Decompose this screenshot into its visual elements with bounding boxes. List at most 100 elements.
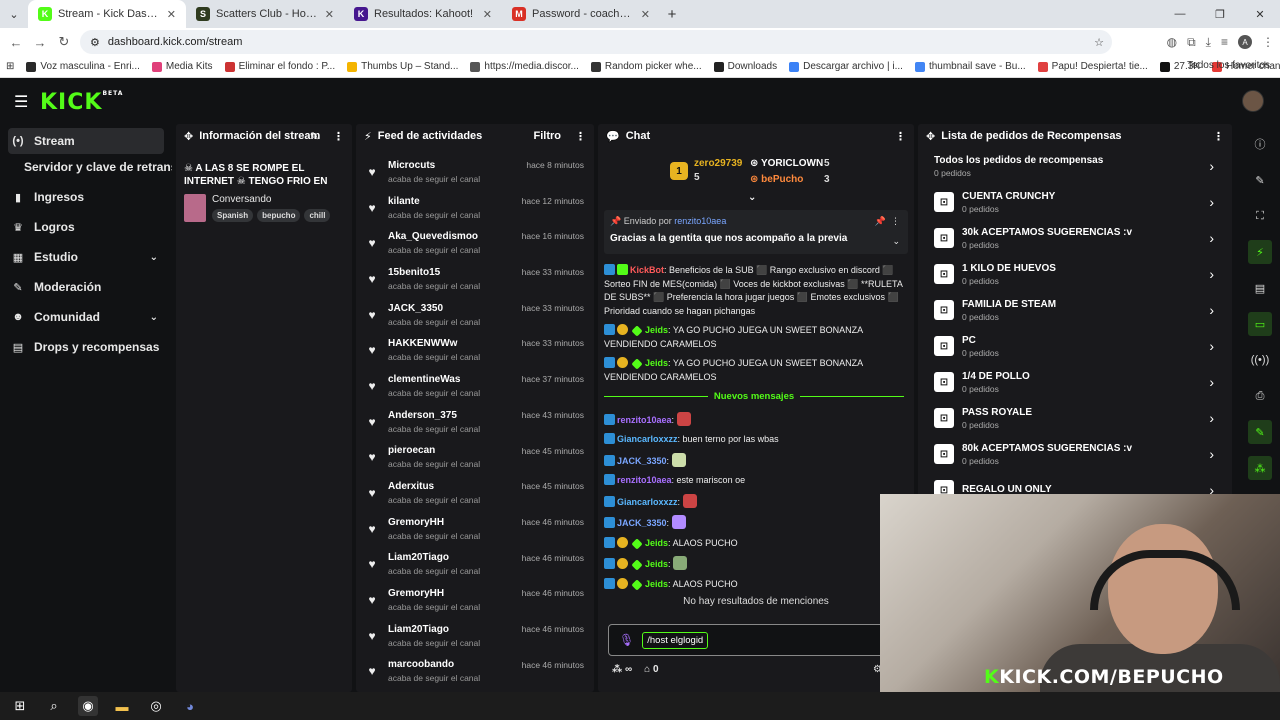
reward-item[interactable]: ⊡ PASS ROYALE 0 pedidos › bbox=[918, 400, 1232, 436]
kebab-menu-icon[interactable]: ⋮ bbox=[575, 130, 586, 143]
reload-icon[interactable]: ↻ bbox=[52, 34, 76, 50]
reward-item[interactable]: ⊡ PC 0 pedidos › bbox=[918, 328, 1232, 364]
download-icon[interactable]: ⤓ bbox=[1206, 35, 1211, 50]
chat-username[interactable]: Jeids bbox=[645, 358, 668, 368]
printer-icon[interactable]: ⎙ bbox=[1248, 384, 1272, 408]
bookmark-item[interactable]: Papu! Despierta! tie... bbox=[1032, 61, 1154, 72]
close-tab-icon[interactable]: ✕ bbox=[641, 8, 650, 21]
store-icon[interactable]: ⌂ 0 bbox=[644, 664, 658, 675]
bookmark-item[interactable]: Thumbs Up – Stand... bbox=[341, 61, 464, 72]
pin-icon[interactable]: 📌 bbox=[875, 216, 886, 227]
close-tab-icon[interactable]: ✕ bbox=[325, 8, 334, 21]
drag-handle-icon[interactable]: ✥ bbox=[184, 130, 193, 143]
hamburger-menu-icon[interactable]: ☰ bbox=[14, 92, 28, 112]
lightning-icon[interactable]: ⚡ bbox=[1248, 240, 1272, 264]
extension-icon[interactable]: ◍ bbox=[1167, 35, 1177, 49]
back-icon[interactable]: ← bbox=[4, 35, 28, 50]
feed-item[interactable]: ♥ pieroecan acaba de seguir el canal hace 4… bbox=[356, 440, 594, 476]
feed-item[interactable]: ♥ Microcuts acaba de seguir el canal hace 8… bbox=[356, 154, 594, 190]
pencil-icon[interactable]: ✎ bbox=[1248, 168, 1272, 192]
chat-input[interactable]: 🎙 /host elglogid bbox=[608, 624, 908, 656]
mic-icon[interactable]: 🎙 bbox=[619, 633, 634, 647]
chat-username[interactable]: renzito10aea bbox=[617, 415, 672, 425]
new-tab-button[interactable]: + bbox=[660, 6, 684, 23]
sidebar-item-server-key[interactable]: Servidor y clave de retransmisión bbox=[0, 154, 172, 180]
tab-search-icon[interactable]: ⌄ bbox=[0, 0, 28, 28]
feed-item[interactable]: ♥ GremoryHH acaba de seguir el canal hace 4… bbox=[356, 582, 594, 618]
sidebar-item-moderacion[interactable]: ✎ Moderación bbox=[8, 274, 164, 300]
feed-item[interactable]: ♥ HAKKENWWw acaba de seguir el canal hace 3… bbox=[356, 332, 594, 368]
points-icon[interactable]: ⁂ ∞ bbox=[612, 664, 632, 675]
chrome-icon[interactable]: ◉ bbox=[78, 696, 98, 716]
kebab-menu-icon[interactable]: ⋮ bbox=[1213, 130, 1224, 143]
reward-item[interactable]: ⊡ FAMILIA DE STEAM 0 pedidos › bbox=[918, 292, 1232, 328]
apps-grid-icon[interactable]: ⊞ bbox=[0, 61, 20, 72]
chat-username[interactable]: Giancarloxxzz bbox=[617, 434, 678, 444]
browser-tab[interactable]: S Scatters Club - Home ✕ bbox=[186, 0, 344, 28]
chat-icon[interactable]: ▭ bbox=[1248, 312, 1272, 336]
expand-chevron-icon[interactable]: ⌄ bbox=[892, 236, 900, 247]
broadcast-icon[interactable]: ((•)) bbox=[1248, 348, 1272, 372]
bookmark-item[interactable]: Downloads bbox=[708, 61, 783, 72]
all-bookmarks-button[interactable]: Todos los favoritos bbox=[1187, 60, 1270, 71]
search-icon[interactable]: ⌕ bbox=[44, 696, 64, 716]
browser-menu-icon[interactable]: ⋮ bbox=[1262, 35, 1274, 49]
obs-icon[interactable]: ◎ bbox=[146, 696, 166, 716]
restore-icon[interactable]: ❐ bbox=[1200, 0, 1240, 28]
bookmark-item[interactable]: Voz masculina - Enri... bbox=[20, 61, 145, 72]
bookmark-item[interactable]: Eliminar el fondo : P... bbox=[219, 61, 342, 72]
chat-username[interactable]: Jeids bbox=[645, 538, 668, 548]
feed-item[interactable]: ♥ 15benito15 acaba de seguir el canal hace … bbox=[356, 261, 594, 297]
sidebar-item-drops[interactable]: ▤ Drops y recompensas bbox=[8, 334, 164, 360]
minimize-icon[interactable]: — bbox=[1160, 0, 1200, 28]
sidebar-item-logros[interactable]: ♛ Logros bbox=[8, 214, 164, 240]
kebab-menu-icon[interactable]: ⋮ bbox=[895, 130, 906, 143]
kick-logo[interactable]: KICKBETA bbox=[40, 90, 123, 115]
sidebar-item-stream[interactable]: (•) Stream bbox=[8, 128, 164, 154]
chat-username[interactable]: Jeids bbox=[645, 559, 668, 569]
media-icon[interactable]: ≡ bbox=[1221, 35, 1228, 49]
sidebar-item-estudio[interactable]: ▦ Estudio ⌄ bbox=[8, 244, 164, 270]
feed-item[interactable]: ♥ Aderxitus acaba de seguir el canal hace 4… bbox=[356, 475, 594, 511]
close-tab-icon[interactable]: ✕ bbox=[167, 8, 176, 21]
document-icon[interactable]: ▤ bbox=[1248, 276, 1272, 300]
kebab-menu-icon[interactable]: ⋮ bbox=[891, 216, 900, 227]
reward-item[interactable]: ⊡ 1/4 DE POLLO 0 pedidos › bbox=[918, 364, 1232, 400]
file-explorer-icon[interactable]: ▬ bbox=[112, 696, 132, 716]
bookmark-item[interactable]: Descargar archivo | i... bbox=[783, 61, 909, 72]
extensions-puzzle-icon[interactable]: ⧉ bbox=[1187, 35, 1196, 50]
browser-tab[interactable]: K Stream - Kick Dashboard ✕ bbox=[28, 0, 186, 28]
close-tab-icon[interactable]: ✕ bbox=[483, 8, 492, 21]
kebab-menu-icon[interactable]: ⋮ bbox=[333, 130, 344, 143]
bookmark-star-icon[interactable]: ☆ bbox=[1094, 36, 1104, 49]
site-info-icon[interactable]: ⚙ bbox=[90, 36, 100, 49]
feed-item[interactable]: ♥ Aka_Quevedismoo acaba de seguir el canal… bbox=[356, 225, 594, 261]
info-icon[interactable]: ⓘ bbox=[1248, 132, 1272, 156]
wrench-icon[interactable]: ✎ bbox=[1248, 420, 1272, 444]
feed-item[interactable]: ♥ Liam20Tiago acaba de seguir el canal hace… bbox=[356, 618, 594, 654]
url-field[interactable]: ⚙ dashboard.kick.com/stream ☆ bbox=[80, 30, 1112, 54]
filter-button[interactable]: Filtro bbox=[534, 130, 562, 142]
bookmark-item[interactable]: thumbnail save - Bu... bbox=[909, 61, 1032, 72]
share-icon[interactable]: ⁂ bbox=[1248, 456, 1272, 480]
windows-start-icon[interactable]: ⊞ bbox=[10, 696, 30, 716]
chat-username[interactable]: Jeids bbox=[645, 325, 668, 335]
feed-item[interactable]: ♥ marcoobando acaba de seguir el canal hace… bbox=[356, 654, 594, 690]
chat-username[interactable]: Giancarloxxzz bbox=[617, 497, 678, 507]
drag-handle-icon[interactable]: ✥ bbox=[926, 130, 935, 143]
feed-item[interactable]: ♥ Liam20Tiago acaba de seguir el canal hace… bbox=[356, 547, 594, 583]
bookmark-item[interactable]: https://media.discor... bbox=[464, 61, 585, 72]
browser-tab[interactable]: M Password - coachpucho@gmail ✕ bbox=[502, 0, 660, 28]
reward-item[interactable]: ⊡ 1 KILO DE HUEVOS 0 pedidos › bbox=[918, 256, 1232, 292]
browser-tab[interactable]: K Resultados: Kahoot! ✕ bbox=[344, 0, 502, 28]
forward-icon[interactable]: → bbox=[28, 35, 52, 50]
feed-item[interactable]: ♥ JACK_3350 acaba de seguir el canal hace 3… bbox=[356, 297, 594, 333]
feed-item[interactable]: ♥ kilante acaba de seguir el canal hace 12 … bbox=[356, 190, 594, 226]
bookmark-item[interactable]: Media Kits bbox=[146, 61, 219, 72]
feed-item[interactable]: ♥ Anderson_375 acaba de seguir el canal hac… bbox=[356, 404, 594, 440]
reward-item[interactable]: ⊡ 30k ACEPTAMOS SUGERENCIAS :v 0 pedidos › bbox=[918, 220, 1232, 256]
chat-username[interactable]: JACK_3350 bbox=[617, 456, 667, 466]
all-rewards-row[interactable]: Todos los pedidos de recompensas 0 pedid… bbox=[918, 148, 1232, 184]
chat-username[interactable]: JACK_3350 bbox=[617, 518, 667, 528]
sidebar-item-comunidad[interactable]: ☻ Comunidad ⌄ bbox=[8, 304, 164, 330]
